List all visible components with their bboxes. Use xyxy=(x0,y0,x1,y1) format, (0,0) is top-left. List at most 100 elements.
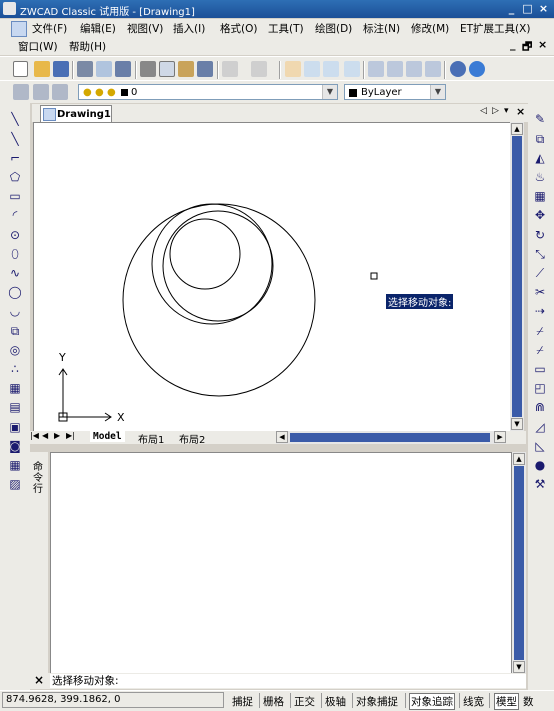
edit-polyline-icon[interactable]: ◺ xyxy=(532,438,548,454)
close-button[interactable]: × xyxy=(536,1,551,16)
explode-block-icon[interactable]: ⚒ xyxy=(532,476,548,492)
minimize-button[interactable]: _ xyxy=(504,1,519,16)
hatch-icon[interactable]: ▦ xyxy=(7,380,23,396)
stretch-icon[interactable]: ⟋ xyxy=(532,265,548,281)
scroll-up-button[interactable]: ▲ xyxy=(511,123,523,135)
canvas-vscrollbar[interactable]: ▲ ▼ xyxy=(510,122,524,431)
tab-close-icon[interactable]: × xyxy=(516,105,525,118)
fillet-icon[interactable]: ⋒ xyxy=(532,399,548,415)
tab-prev-icon[interactable]: ◁ xyxy=(480,106,487,116)
scroll-right-button[interactable]: ▶ xyxy=(494,431,506,443)
save-icon[interactable] xyxy=(53,61,69,77)
print-icon[interactable] xyxy=(77,61,93,77)
spline-icon[interactable]: ∿ xyxy=(7,265,23,281)
menu-file[interactable]: 文件(F) xyxy=(32,21,67,36)
first-tab-icon[interactable]: |◀ xyxy=(30,431,39,440)
layer-combo[interactable]: ● ● ● 0 ▼ xyxy=(78,84,338,100)
extend-icon[interactable]: ⇢ xyxy=(532,303,548,319)
print-preview-icon[interactable] xyxy=(96,61,112,77)
scroll-down-button[interactable]: ▼ xyxy=(511,418,523,430)
break-icon[interactable]: ⌿ xyxy=(532,323,548,339)
cmd-vscroll-thumb[interactable] xyxy=(514,466,524,660)
coordinates-display[interactable]: 874.9628, 399.1862, 0 xyxy=(2,692,224,708)
cloud-icon[interactable]: ⬯ xyxy=(7,246,23,262)
canvas-vscroll-thumb[interactable] xyxy=(512,136,522,417)
layer-manager-icon[interactable] xyxy=(13,84,29,100)
tab-layout2[interactable]: 布局2 xyxy=(179,431,205,446)
canvas-hscroll-thumb[interactable] xyxy=(290,433,490,442)
help-icon[interactable] xyxy=(469,61,485,77)
menu-edit[interactable]: 编辑(E) xyxy=(80,21,116,36)
tool-palette-icon[interactable] xyxy=(406,61,422,77)
copy-icon[interactable] xyxy=(159,61,175,77)
circle-medium[interactable] xyxy=(151,203,273,325)
tab-model[interactable]: Model xyxy=(90,431,125,442)
mdi-restore-button[interactable]: 🗗 xyxy=(522,38,532,57)
open-icon[interactable] xyxy=(34,61,50,77)
erase-icon[interactable]: ✎ xyxy=(532,111,548,127)
undo-icon[interactable] xyxy=(222,61,238,77)
circle-icon[interactable]: ⊙ xyxy=(7,227,23,243)
trim-icon[interactable]: ✂ xyxy=(532,284,548,300)
cmd-scroll-up-button[interactable]: ▲ xyxy=(513,453,525,465)
tab-list-icon[interactable]: ▾ xyxy=(504,106,509,116)
arc-icon[interactable]: ◜ xyxy=(7,207,23,223)
ellipse-icon[interactable]: ◯ xyxy=(7,284,23,300)
wipeout-icon[interactable]: ◙ xyxy=(7,438,23,454)
design-center-icon[interactable] xyxy=(387,61,403,77)
ortho-toggle[interactable]: 正交 xyxy=(294,694,315,709)
dyn-toggle[interactable]: 数 xyxy=(523,694,534,709)
menu-insert[interactable]: 插入(I) xyxy=(173,21,205,36)
layer-dropdown-arrow[interactable]: ▼ xyxy=(322,85,337,99)
insert-block-icon[interactable]: ⧉ xyxy=(7,323,23,339)
menu-format[interactable]: 格式(O) xyxy=(220,21,257,36)
scale-icon[interactable]: ⤡ xyxy=(532,246,548,262)
zoom-realtime-icon[interactable] xyxy=(304,61,320,77)
rectangle-icon[interactable]: ▭ xyxy=(7,188,23,204)
array-icon[interactable]: ▦ xyxy=(532,188,548,204)
grid-toggle[interactable]: 栅格 xyxy=(263,694,284,709)
new-icon[interactable] xyxy=(13,61,28,77)
prev-tab-icon[interactable]: ◀ xyxy=(42,431,48,440)
pan-icon[interactable] xyxy=(285,61,301,77)
explode-icon[interactable]: ◿ xyxy=(532,419,548,435)
polar-toggle[interactable]: 极轴 xyxy=(325,694,346,709)
color-combo[interactable]: ByLayer ▼ xyxy=(344,84,446,100)
redo-icon[interactable] xyxy=(251,61,267,77)
menu-modify[interactable]: 修改(M) xyxy=(411,21,449,36)
scroll-left-button[interactable]: ◀ xyxy=(276,431,288,443)
properties-icon[interactable] xyxy=(368,61,384,77)
match-properties-icon[interactable] xyxy=(197,61,213,77)
ellipse-arc-icon[interactable]: ◡ xyxy=(7,303,23,319)
break-at-point-icon[interactable]: ⌿ xyxy=(532,342,548,358)
mtext-icon[interactable]: ▨ xyxy=(7,476,23,492)
polyline-icon[interactable]: ⌐ xyxy=(7,150,23,166)
zoom-window-icon[interactable] xyxy=(323,61,339,77)
zoom-icon[interactable] xyxy=(450,61,466,77)
join-icon[interactable]: ▭ xyxy=(532,361,548,377)
polygon-icon[interactable]: ⬠ xyxy=(7,169,23,185)
circle-small[interactable] xyxy=(169,218,241,290)
tab-layout1[interactable]: 布局1 xyxy=(138,431,164,446)
chamfer-icon[interactable]: ◰ xyxy=(532,380,548,396)
maximize-button[interactable]: □ xyxy=(520,1,535,16)
tab-drawing1[interactable]: Drawing1 xyxy=(40,105,112,122)
cmd-scroll-down-button[interactable]: ▼ xyxy=(513,661,525,673)
lineweight-toggle[interactable]: 线宽 xyxy=(463,694,484,709)
paste-icon[interactable] xyxy=(178,61,194,77)
mdi-minimize-button[interactable]: _ xyxy=(510,38,516,51)
menu-help[interactable]: 帮助(H) xyxy=(69,39,106,54)
command-vscrollbar[interactable]: ▲ ▼ xyxy=(512,452,526,674)
ray-icon[interactable]: ╲ xyxy=(7,131,23,147)
command-input[interactable]: 选择移动对象: xyxy=(50,674,526,688)
mdi-close-button[interactable]: × xyxy=(538,38,547,51)
snap-toggle[interactable]: 捕捉 xyxy=(232,694,253,709)
model-toggle[interactable]: 模型 xyxy=(494,693,519,710)
last-tab-icon[interactable]: ▶| xyxy=(66,431,75,440)
mirror-icon[interactable]: ◭ xyxy=(532,150,548,166)
publish-icon[interactable] xyxy=(115,61,131,77)
menu-dimension[interactable]: 标注(N) xyxy=(363,21,400,36)
layer-previous-icon[interactable] xyxy=(33,84,49,100)
properties-sphere-icon[interactable]: ● xyxy=(532,457,548,473)
move-icon[interactable]: ✥ xyxy=(532,207,548,223)
